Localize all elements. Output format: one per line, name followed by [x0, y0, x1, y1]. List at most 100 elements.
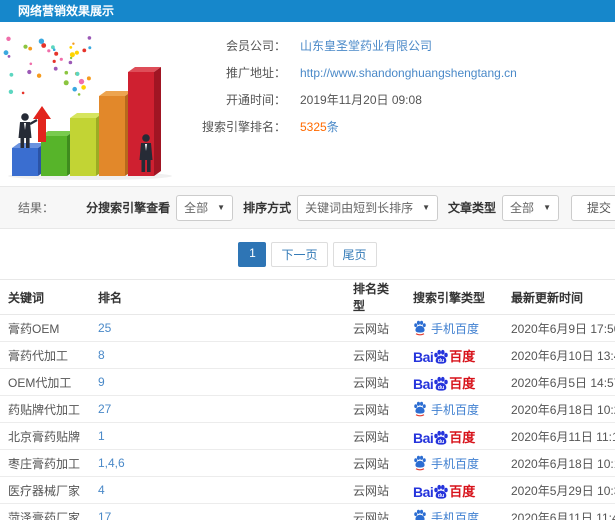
open-time-label: 开通时间：: [225, 93, 286, 107]
sort-filter-select[interactable]: 关键词由短到长排序 ▼: [297, 194, 439, 221]
promo-url-label: 推广地址：: [225, 66, 286, 80]
table-row: 药贴牌代加工 27 云网站 手机百度 2020年6月18日 10:25: [0, 395, 615, 423]
col-header-updated: 最新更新时间: [503, 279, 615, 315]
filter-controls: 分搜索引擎查看 全部 ▼ 排序方式 关键词由短到长排序 ▼ 文章类型 全部 ▼ …: [76, 194, 615, 221]
table-row: 膏药OEM 25 云网站 手机百度 2020年6月9日 17:50: [0, 314, 615, 342]
table-row: 医疗器械厂家 4 云网站 Bai du 百度 2020年5月29日 10:32: [0, 476, 615, 504]
col-header-rank-type: 排名类型: [345, 279, 405, 315]
table-row: 北京膏药贴牌 1 云网站 Bai du 百度 2020年6月11日 11:18: [0, 422, 615, 450]
mobile-baidu-badge: 手机百度: [413, 509, 495, 520]
rank-link[interactable]: 25: [98, 321, 111, 335]
info-row-seo-rank-count: 搜索引擎排名： 5325条: [186, 113, 615, 140]
article-type-select[interactable]: 全部 ▼: [502, 194, 559, 221]
results-table: 关键词 排名 排名类型 搜索引擎类型 最新更新时间 膏药OEM 25 云网站 手机百…: [0, 279, 615, 520]
updated-cell: 2020年6月18日 10:19: [503, 449, 615, 477]
rank-link[interactable]: 9: [98, 375, 105, 389]
keyword-cell: 北京膏药贴牌: [0, 422, 90, 450]
submit-button[interactable]: 提交: [570, 194, 615, 221]
mobile-baidu-badge: 手机百度: [413, 320, 495, 337]
mobile-baidu-badge: 手机百度: [413, 401, 495, 418]
rank-type-cell: 云网站: [345, 503, 405, 520]
page-button-current[interactable]: 1: [238, 242, 267, 267]
table-row: 膏药代加工 8 云网站 Bai du 百度 2020年6月10日 13:40: [0, 341, 615, 369]
chevron-down-icon: ▼: [543, 203, 551, 212]
svg-text:du: du: [438, 439, 445, 445]
page-button-next[interactable]: 下一页: [271, 242, 328, 267]
baidu-paw-icon: du: [434, 484, 449, 499]
engine-type-cell: Bai du 百度: [405, 368, 503, 396]
rank-link[interactable]: 1: [98, 429, 105, 443]
updated-cell: 2020年6月18日 10:25: [503, 395, 615, 423]
bar-3d: [70, 113, 103, 176]
article-type-value: 全部: [510, 201, 535, 215]
titlebar: 网络营销效果展示: [0, 0, 615, 22]
member-company-value[interactable]: 山东皇圣堂药业有限公司: [300, 37, 432, 54]
confetti-dots: [3, 36, 92, 96]
svg-text:du: du: [438, 493, 445, 499]
rank-cell: 25: [90, 314, 345, 342]
engine-filter-value: 全部: [184, 201, 209, 215]
bar-chart-clipart: [3, 36, 172, 180]
page-title: 网络营销效果展示: [18, 4, 115, 18]
col-header-rank: 排名: [90, 279, 345, 315]
rank-link[interactable]: 1,4,6: [98, 456, 125, 470]
marketing-report-page: 网络营销效果展示 会员公司： 山东皇圣堂药业有限公司 推广地址： http://…: [0, 0, 615, 520]
keyword-cell: 菏泽膏药厂家: [0, 503, 90, 520]
engine-type-cell: 手机百度: [405, 395, 503, 423]
table-row: 枣庄膏药加工 1,4,6 云网站 手机百度 2020年6月18日 10:19: [0, 449, 615, 477]
rank-type-cell: 云网站: [345, 395, 405, 423]
keyword-cell: 膏药OEM: [0, 314, 90, 342]
rank-type-cell: 云网站: [345, 341, 405, 369]
keyword-cell: 医疗器械厂家: [0, 476, 90, 504]
rank-cell: 9: [90, 368, 345, 396]
table-row: 菏泽膏药厂家 17 云网站 手机百度 2020年6月11日 11:40: [0, 503, 615, 520]
seo-rank-count-label: 搜索引擎排名：: [201, 120, 286, 134]
rank-type-cell: 云网站: [345, 368, 405, 396]
page-button-last[interactable]: 尾页: [332, 242, 377, 267]
info-row-open-time: 开通时间： 2019年11月20日 09:08: [186, 86, 615, 113]
rank-cell: 1,4,6: [90, 449, 345, 477]
mobile-baidu-badge: 手机百度: [413, 455, 495, 472]
rank-cell: 27: [90, 395, 345, 423]
chevron-down-icon: ▼: [217, 203, 226, 212]
rank-link[interactable]: 27: [98, 402, 111, 416]
engine-type-cell: 手机百度: [405, 503, 503, 520]
rank-link[interactable]: 17: [98, 510, 111, 520]
rank-cell: 1: [90, 422, 345, 450]
rank-type-cell: 云网站: [345, 422, 405, 450]
baidu-paw-icon: du: [434, 349, 449, 364]
rank-link[interactable]: 8: [98, 348, 105, 362]
rank-cell: 8: [90, 341, 345, 369]
engine-type-cell: Bai du 百度: [405, 422, 503, 450]
engine-type-cell: Bai du 百度: [405, 476, 503, 504]
seo-rank-count-value: 5325条: [300, 120, 339, 134]
rank-type-cell: 云网站: [345, 449, 405, 477]
mobile-baidu-icon: [414, 509, 426, 520]
rank-type-cell: 云网站: [345, 314, 405, 342]
mobile-baidu-icon: [414, 401, 426, 417]
chevron-down-icon: ▼: [422, 203, 431, 212]
svg-text:du: du: [438, 358, 445, 364]
bar-chart-graphic: [0, 30, 186, 180]
pagination: 1 下一页 尾页: [0, 242, 615, 267]
rank-link[interactable]: 4: [98, 483, 105, 497]
promo-url-value[interactable]: http://www.shandonghuangshengtang.cn: [300, 66, 517, 80]
svg-text:du: du: [438, 385, 445, 391]
rank-cell: 17: [90, 503, 345, 520]
baidu-logo: Bai du 百度: [413, 375, 476, 392]
engine-type-cell: 手机百度: [405, 314, 503, 342]
engine-filter-select[interactable]: 全部 ▼: [176, 194, 234, 221]
updated-cell: 2020年6月9日 17:50: [503, 314, 615, 342]
rank-cell: 4: [90, 476, 345, 504]
baidu-paw-icon: du: [434, 430, 449, 445]
member-company-label: 会员公司：: [225, 39, 286, 53]
mobile-baidu-icon: [414, 455, 426, 471]
engine-type-cell: 手机百度: [405, 449, 503, 477]
baidu-logo: Bai du 百度: [413, 429, 476, 446]
updated-cell: 2020年6月5日 14:57: [503, 368, 615, 396]
keyword-cell: 药贴牌代加工: [0, 395, 90, 423]
baidu-logo: Bai du 百度: [413, 348, 476, 365]
table-row: OEM代加工 9 云网站 Bai du 百度 2020年6月5日 14:57: [0, 368, 615, 396]
baidu-logo: Bai du 百度: [413, 483, 476, 500]
updated-cell: 2020年6月11日 11:40: [503, 503, 615, 520]
